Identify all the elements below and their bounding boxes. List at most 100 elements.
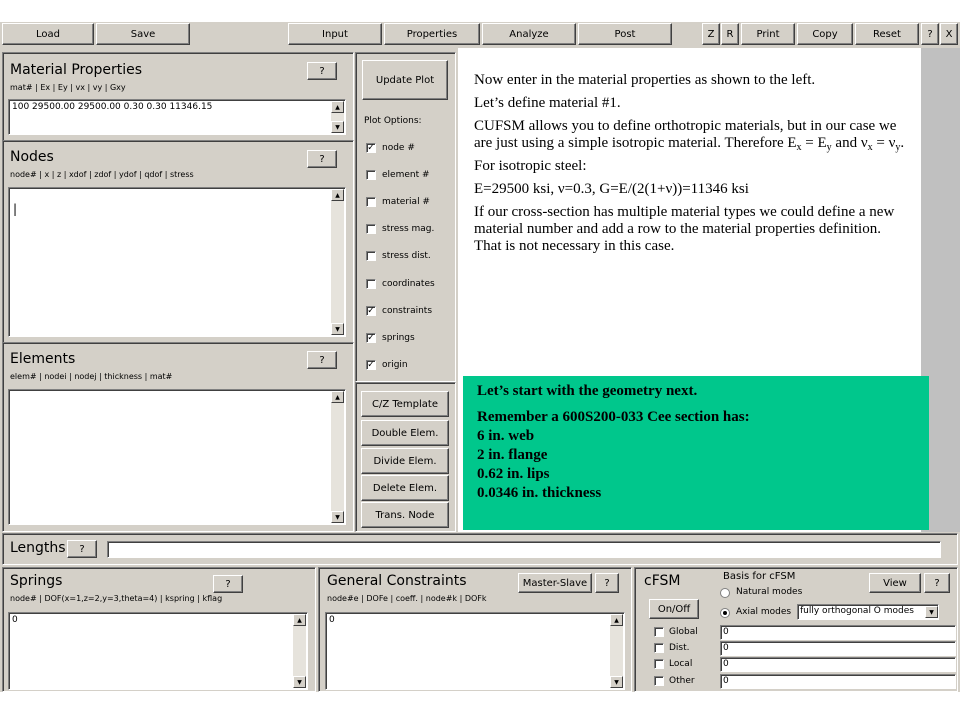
post-button[interactable]: Post: [578, 23, 672, 45]
reset-button[interactable]: Reset: [855, 23, 919, 45]
nodes-scrollbar[interactable]: ▲ ▼: [331, 189, 344, 335]
lengths-panel: Lengths ?: [2, 533, 958, 565]
axial-modes-radio[interactable]: [720, 608, 730, 618]
scroll-up-icon[interactable]: ▲: [331, 101, 344, 113]
cfsm-onoff-button[interactable]: On/Off: [649, 599, 699, 619]
callout-line4: 2 in. flange: [477, 447, 548, 463]
help-button[interactable]: ?: [921, 23, 939, 45]
springs-label: springs: [382, 333, 415, 343]
element-number-checkbox[interactable]: [366, 170, 376, 180]
load-button[interactable]: Load: [2, 23, 94, 45]
material-number-label: material #: [382, 197, 430, 207]
natural-modes-radio[interactable]: [720, 588, 730, 598]
stress-dist-label: stress dist.: [382, 251, 431, 261]
elements-help-button[interactable]: ?: [307, 351, 337, 369]
other-input[interactable]: 0: [720, 674, 956, 689]
instruction-text: Now enter in the material properties as …: [474, 72, 906, 261]
global-checkbox[interactable]: [654, 627, 664, 637]
properties-button[interactable]: Properties: [384, 23, 480, 45]
element-number-label: element #: [382, 170, 430, 180]
springs-scrollbar[interactable]: ▲ ▼: [293, 614, 306, 688]
constraints-panel: General Constraints node#e | DOFe | coef…: [318, 567, 632, 692]
other-checkbox[interactable]: [654, 676, 664, 686]
dist-checkbox[interactable]: [654, 643, 664, 653]
divide-elem-button[interactable]: Divide Elem.: [361, 448, 449, 474]
bottom-edge: [0, 692, 960, 720]
constraints-input[interactable]: 0 ▲ ▼: [325, 612, 625, 690]
input-button[interactable]: Input: [288, 23, 382, 45]
instruction-p4: For isotropic steel:: [474, 158, 587, 174]
scroll-down-icon[interactable]: ▼: [331, 323, 344, 335]
nodes-input[interactable]: | ▲ ▼: [8, 187, 346, 337]
material-properties-title: Material Properties: [10, 62, 143, 78]
node-number-checkbox[interactable]: ✓: [366, 143, 376, 153]
scroll-up-icon[interactable]: ▲: [331, 189, 344, 201]
elements-scrollbar[interactable]: ▲ ▼: [331, 391, 344, 523]
dist-input[interactable]: 0: [720, 641, 956, 656]
scroll-down-icon[interactable]: ▼: [331, 121, 344, 133]
callout-line1: Let’s start with the geometry next.: [477, 383, 698, 399]
natural-modes-label: Natural modes: [736, 587, 803, 597]
stress-mag-checkbox[interactable]: [366, 224, 376, 234]
scroll-down-icon[interactable]: ▼: [293, 676, 306, 688]
cfsm-basis-label: Basis for cFSM: [723, 571, 796, 582]
rotate-button[interactable]: R: [721, 23, 739, 45]
elements-input[interactable]: ▲ ▼: [8, 389, 346, 525]
instruction-p6: If our cross-section has multiple materi…: [474, 204, 895, 254]
scroll-up-icon[interactable]: ▲: [331, 391, 344, 403]
copy-button[interactable]: Copy: [797, 23, 853, 45]
scroll-down-icon[interactable]: ▼: [331, 511, 344, 523]
origin-label: origin: [382, 360, 408, 370]
trans-node-button[interactable]: Trans. Node: [361, 502, 449, 528]
delete-elem-button[interactable]: Delete Elem.: [361, 475, 449, 501]
springs-help-button[interactable]: ?: [213, 575, 243, 593]
plot-options-panel: Update Plot Plot Options: ✓ node # eleme…: [355, 52, 456, 382]
master-slave-button[interactable]: Master-Slave: [518, 573, 592, 593]
save-button[interactable]: Save: [96, 23, 190, 45]
double-elem-button[interactable]: Double Elem.: [361, 420, 449, 446]
geometry-callout: Let’s start with the geometry next. Reme…: [463, 376, 929, 530]
material-properties-value: 100 29500.00 29500.00 0.30 0.30 11346.15: [12, 102, 213, 112]
analyze-button[interactable]: Analyze: [482, 23, 576, 45]
local-input[interactable]: 0: [720, 657, 956, 672]
constraints-help-button[interactable]: ?: [595, 573, 619, 593]
cz-template-button[interactable]: C/Z Template: [361, 391, 449, 417]
local-checkbox[interactable]: [654, 659, 664, 669]
element-tools-panel: C/Z Template Double Elem. Divide Elem. D…: [355, 382, 456, 532]
global-input[interactable]: 0: [720, 625, 956, 640]
constraints-checkbox[interactable]: ✓: [366, 306, 376, 316]
scroll-down-icon[interactable]: ▼: [610, 676, 623, 688]
cfsm-view-button[interactable]: View: [869, 573, 921, 593]
instruction-p2: Let’s define material #1.: [474, 95, 621, 111]
axial-modes-label: Axial modes: [736, 607, 792, 617]
cfsm-mode-select[interactable]: fully orthogonal O modes ▼: [797, 604, 939, 620]
cfsm-help-button[interactable]: ?: [924, 573, 950, 593]
lengths-help-button[interactable]: ?: [67, 540, 97, 558]
material-help-button[interactable]: ?: [307, 62, 337, 80]
stress-dist-checkbox[interactable]: [366, 251, 376, 261]
nodes-help-button[interactable]: ?: [307, 150, 337, 168]
cfsm-panel: cFSM Basis for cFSM View ? Natural modes…: [634, 567, 958, 692]
material-scrollbar[interactable]: ▲ ▼: [331, 101, 344, 133]
cfsm-mode-value: fully orthogonal O modes: [800, 606, 914, 616]
origin-checkbox[interactable]: ✓: [366, 360, 376, 370]
chevron-down-icon[interactable]: ▼: [925, 606, 938, 618]
springs-checkbox[interactable]: ✓: [366, 333, 376, 343]
material-number-checkbox[interactable]: [366, 197, 376, 207]
close-button[interactable]: X: [940, 23, 958, 45]
cfsm-title: cFSM: [644, 573, 681, 589]
constraints-scrollbar[interactable]: ▲ ▼: [610, 614, 623, 688]
lengths-input[interactable]: [107, 541, 941, 558]
material-properties-header: mat# | Ex | Ey | vx | vy | Gxy: [10, 83, 126, 92]
update-plot-button[interactable]: Update Plot: [362, 60, 448, 100]
scroll-up-icon[interactable]: ▲: [610, 614, 623, 626]
coordinates-label: coordinates: [382, 279, 435, 289]
springs-title: Springs: [10, 573, 63, 589]
callout-line2: Remember a 600S200-033 Cee section has:: [477, 409, 750, 425]
scroll-up-icon[interactable]: ▲: [293, 614, 306, 626]
coordinates-checkbox[interactable]: [366, 279, 376, 289]
material-properties-input[interactable]: 100 29500.00 29500.00 0.30 0.30 11346.15…: [8, 99, 346, 135]
zoom-button[interactable]: Z: [702, 23, 720, 45]
print-button[interactable]: Print: [741, 23, 795, 45]
springs-input[interactable]: 0 ▲ ▼: [8, 612, 308, 690]
